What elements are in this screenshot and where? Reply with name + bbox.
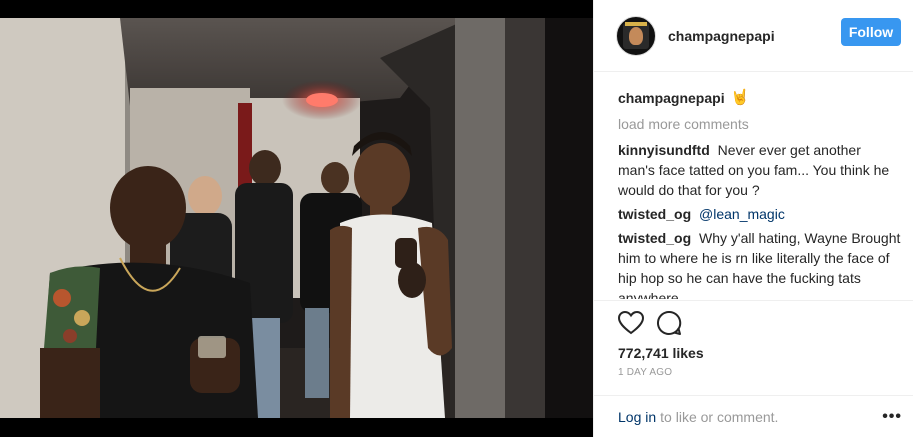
caption: champagnepapi 🤘 [618, 88, 901, 108]
post-sidebar: champagnepapi Follow champagnepapi 🤘 loa… [593, 0, 913, 437]
post-actions: 772,741 likes 1 DAY AGO [594, 300, 913, 378]
comment-username[interactable]: twisted_og [618, 230, 691, 246]
load-more-comments-link[interactable]: load more comments [618, 114, 901, 134]
comment-item: kinnyisundftd Never ever get another man… [618, 140, 901, 200]
comment-icon[interactable] [656, 310, 682, 341]
comment-item: twisted_og Why y'all hating, Wayne Broug… [618, 228, 901, 299]
post-header: champagnepapi Follow [594, 0, 913, 72]
post-timestamp[interactable]: 1 DAY AGO [618, 367, 902, 378]
comment-mention-link[interactable]: @lean_magic [699, 206, 785, 222]
action-icons [617, 310, 902, 341]
login-link[interactable]: Log in [618, 409, 656, 425]
rock-hand-icon: 🤘 [730, 89, 750, 106]
comment-username[interactable]: kinnyisundftd [618, 142, 710, 158]
avatar[interactable] [616, 15, 656, 56]
instagram-post: champagnepapi Follow champagnepapi 🤘 loa… [0, 0, 913, 437]
caption-username[interactable]: champagnepapi [618, 88, 725, 108]
post-footer: Log in to like or comment. ••• [594, 395, 913, 437]
heart-icon[interactable] [617, 310, 645, 340]
login-prompt-text: to like or comment. [660, 408, 779, 425]
follow-button[interactable]: Follow [841, 18, 901, 46]
comment-item: twisted_og @lean_magic [618, 204, 901, 224]
post-media[interactable] [0, 0, 593, 437]
more-options-icon[interactable]: ••• [882, 408, 902, 426]
likes-count[interactable]: 772,741 likes [618, 345, 902, 361]
comment-username[interactable]: twisted_og [618, 206, 691, 222]
comments-section: champagnepapi 🤘 load more comments kinny… [594, 72, 913, 300]
post-photo [0, 18, 593, 418]
